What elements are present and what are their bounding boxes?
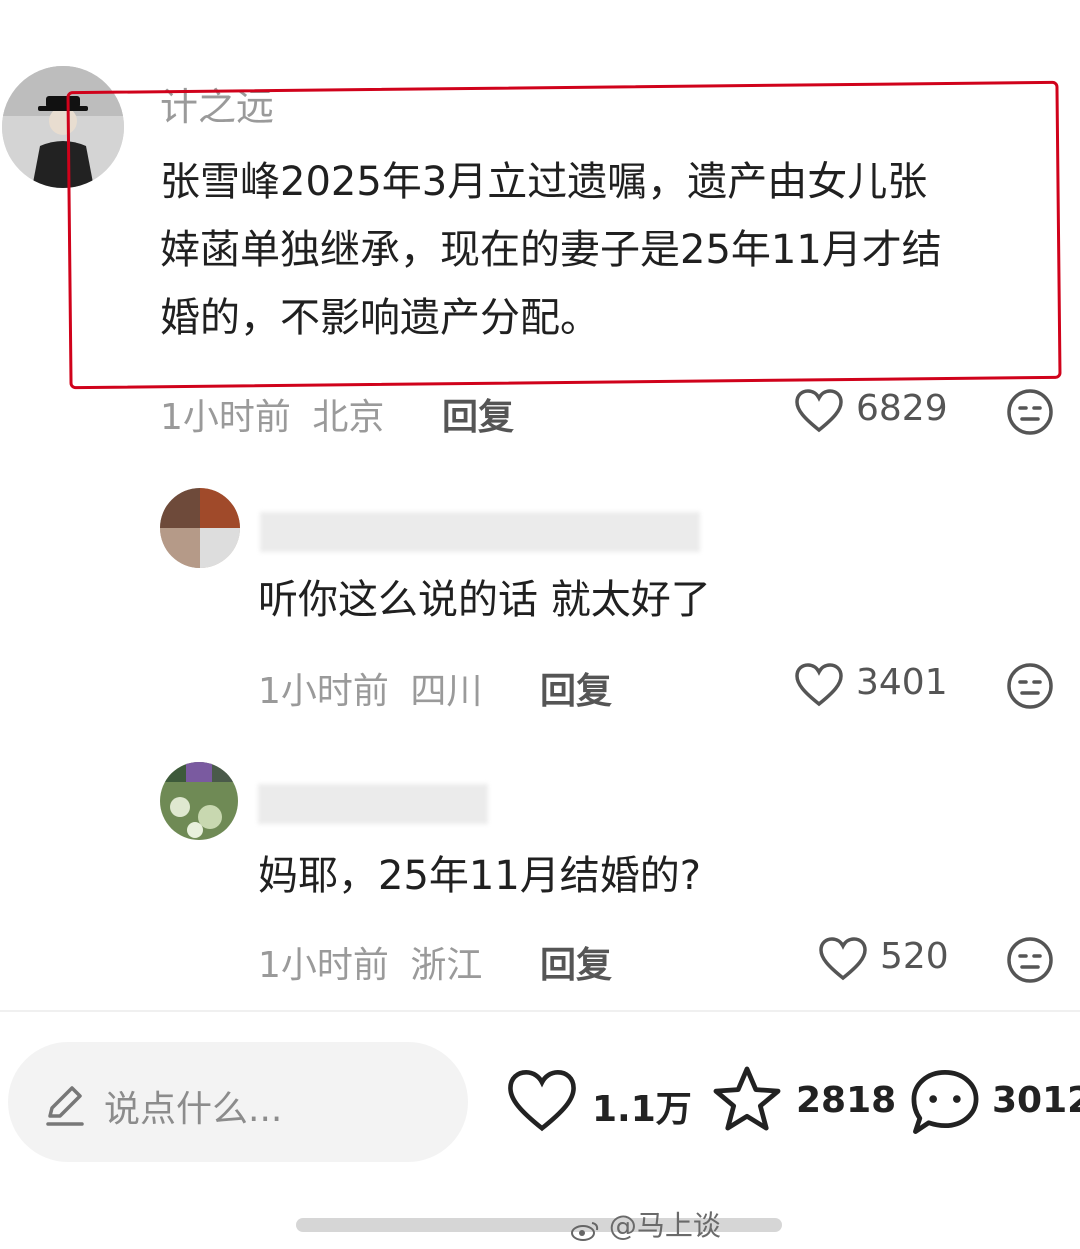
post-like-button[interactable] (506, 1068, 578, 1134)
heart-outline-icon (795, 663, 843, 707)
star-outline-icon (713, 1066, 781, 1131)
comment-2-location: 四川 (410, 671, 483, 712)
comment-3-time: 1小时前 (258, 945, 389, 986)
comment-3-text: 妈耶，25年11月结婚的? (258, 853, 702, 899)
comment-input-placeholder: 说点什么... (104, 1089, 283, 1130)
comment-1-location: 北京 (312, 397, 385, 438)
neutral-face-icon (1007, 389, 1053, 435)
comment-1-text-line-1: 张雪峰2025年3月立过遗嘱，遗产由女儿张 (160, 159, 928, 205)
comment-1-meta: 1小时前 北京 (160, 388, 384, 440)
avatar-comment-2[interactable] (160, 488, 240, 568)
favorite-count: 2818 (796, 1080, 897, 1121)
comment-2-text: 听你这么说的话 就太好了 (258, 577, 711, 623)
post-like-count: 1.1万 (592, 1089, 692, 1130)
neutral-face-icon (1007, 663, 1053, 709)
comment-3-like-count: 520 (880, 936, 949, 977)
watermark: @马上谈 (570, 1204, 721, 1244)
comment-1-like-count: 6829 (856, 388, 948, 429)
comment-2-username-blurred (260, 512, 700, 552)
heart-outline-icon (795, 389, 843, 433)
comment-2-reply-button[interactable]: 回复 (540, 662, 612, 714)
pencil-icon (40, 1080, 88, 1128)
comment-3-reply-button[interactable]: 回复 (540, 936, 612, 988)
comment-count: 3012 (992, 1080, 1080, 1121)
favorite-button[interactable] (710, 1064, 784, 1136)
comments-button[interactable] (908, 1066, 982, 1138)
comment-1-reply-button[interactable]: 回复 (442, 388, 514, 440)
comment-2-time: 1小时前 (258, 671, 389, 712)
comment-1-time: 1小时前 (160, 397, 291, 438)
comment-3-location: 浙江 (410, 945, 483, 986)
comment-1-text: 张雪峰2025年3月立过遗嘱，遗产由女儿张 婞菡单独继承，现在的妻子是25年11… (160, 148, 1060, 352)
comment-input[interactable]: 说点什么... (8, 1042, 468, 1162)
avatar-comment-3[interactable] (160, 762, 238, 840)
comment-3-username-blurred (258, 784, 488, 824)
bottom-bar-divider (0, 1010, 1080, 1012)
comment-1-dislike-button[interactable] (1006, 388, 1054, 436)
comment-1-text-line-3: 婚的，不影响遗产分配。 (160, 295, 600, 341)
comment-3-meta: 1小时前 浙江 (258, 936, 482, 988)
watermark-text: @马上谈 (608, 1209, 721, 1242)
comment-1-text-line-2: 婞菡单独继承，现在的妻子是25年11月才结 (160, 227, 942, 273)
heart-outline-icon (819, 937, 867, 981)
comment-2-like-count: 3401 (856, 662, 948, 703)
avatar-image (160, 488, 240, 568)
avatar-image (160, 762, 238, 840)
comment-2-meta: 1小时前 四川 (258, 662, 482, 714)
chat-bubble-icon (911, 1070, 979, 1134)
comment-2-dislike-button[interactable] (1006, 662, 1054, 710)
comment-3-dislike-button[interactable] (1006, 936, 1054, 984)
neutral-face-icon (1007, 937, 1053, 983)
comment-3-like-button[interactable] (818, 936, 868, 982)
comment-1-like-button[interactable] (794, 388, 844, 434)
heart-outline-icon (508, 1070, 576, 1132)
comment-2-like-button[interactable] (794, 662, 844, 708)
weibo-logo-icon (570, 1216, 600, 1241)
